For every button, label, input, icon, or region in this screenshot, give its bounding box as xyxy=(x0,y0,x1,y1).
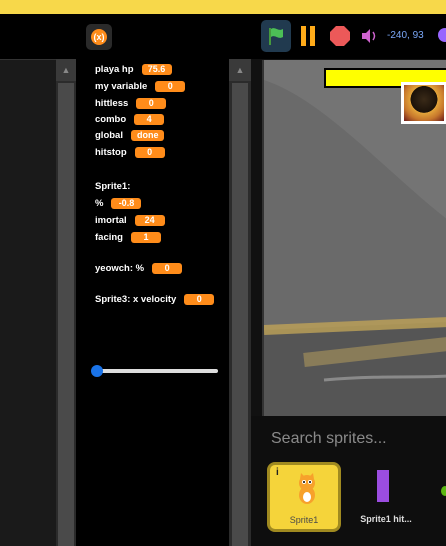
variable-value: 75.6 xyxy=(141,63,172,75)
sprite-tile-sprite1[interactable]: i Sprite1 xyxy=(267,462,341,532)
extension-button[interactable]: (x) xyxy=(86,24,112,50)
variable-monitor: combo 4 xyxy=(95,113,165,125)
scroll-thumb[interactable] xyxy=(58,83,74,546)
variable-value: 0 xyxy=(134,146,165,158)
variable-monitor: hitstop 0 xyxy=(95,146,165,158)
sprite-tile-cut xyxy=(441,486,446,496)
scroll-thumb[interactable] xyxy=(232,83,248,546)
variable-label: global xyxy=(95,129,123,141)
variable-label: my variable xyxy=(95,80,148,92)
variable-monitor: facing 1 xyxy=(95,231,161,243)
variable-value: -0.8 xyxy=(111,197,142,209)
x-velocity-slider[interactable] xyxy=(91,365,218,377)
pause-button[interactable] xyxy=(298,26,318,46)
variable-value: 0 xyxy=(184,293,215,305)
green-flag-icon xyxy=(269,28,283,45)
variable-label: yeowch: % xyxy=(95,262,145,274)
variable-label: imortal xyxy=(95,214,127,226)
blocks-panel xyxy=(0,59,56,546)
sprite-icon-cut xyxy=(438,28,446,42)
variable-value: 4 xyxy=(134,113,165,125)
extension-icon: (x) xyxy=(91,29,107,45)
pause-bar-right xyxy=(310,26,315,46)
top-accent-strip xyxy=(0,0,446,14)
variable-monitor: my variable 0 xyxy=(95,80,186,92)
variable-label: combo xyxy=(95,113,127,125)
sprite-name: Sprite1 hit... xyxy=(360,514,412,524)
sprite-name: Sprite1 xyxy=(289,515,319,525)
stage-canvas[interactable] xyxy=(262,60,446,416)
variable-label: Sprite1: xyxy=(95,180,131,192)
scroll-up-arrow-icon[interactable]: ▲ xyxy=(56,59,76,81)
variable-monitor: playa hp 75.6 xyxy=(95,63,172,75)
variable-monitor: global done xyxy=(95,129,165,141)
variable-monitor: imortal 24 xyxy=(95,214,165,226)
slider-knob[interactable] xyxy=(91,365,103,377)
variable-label: hitstop xyxy=(95,146,127,158)
variable-value: 0 xyxy=(152,262,183,274)
scratch-editor: (x) -240, 93 ▲ playa hp 75.6 my variable… xyxy=(0,0,446,546)
sound-icon[interactable] xyxy=(360,28,380,44)
variable-label: facing xyxy=(95,231,123,243)
sprite-thumbnail xyxy=(377,470,389,502)
variable-value: 24 xyxy=(134,214,165,226)
sprite-search-input[interactable]: Search sprites... xyxy=(271,430,387,448)
green-flag-button[interactable] xyxy=(261,20,291,52)
slider-track xyxy=(96,369,218,373)
cat-sprite-icon xyxy=(299,473,315,504)
avatar-image xyxy=(404,85,444,121)
sprite-tile-sprite1-hit[interactable]: Sprite1 hit... xyxy=(349,462,423,532)
info-icon[interactable]: i xyxy=(276,467,279,478)
stop-button[interactable] xyxy=(330,26,350,46)
player-avatar xyxy=(401,82,446,124)
variable-value: 0 xyxy=(136,97,167,109)
variable-monitor: yeowch: % 0 xyxy=(95,262,183,274)
variable-value: 1 xyxy=(130,231,161,243)
variable-value: 0 xyxy=(155,80,186,92)
scroll-up-arrow-icon[interactable]: ▲ xyxy=(229,59,251,81)
variable-label: Sprite3: x velocity xyxy=(95,293,177,305)
pause-bar-left xyxy=(301,26,306,46)
middle-scrollbar[interactable]: ▲ xyxy=(229,59,251,546)
variable-label: % xyxy=(95,197,104,209)
variable-monitor: hittless 0 xyxy=(95,97,167,109)
variable-monitor: % -0.8 xyxy=(95,197,142,209)
variable-label: playa hp xyxy=(95,63,134,75)
left-scrollbar[interactable]: ▲ xyxy=(56,59,76,546)
variable-value: done xyxy=(130,129,165,141)
variable-monitor: Sprite3: x velocity 0 xyxy=(95,293,215,305)
sprite-pane: Search sprites... i Sprite1 Sprite1 hit.… xyxy=(251,416,446,546)
variable-label: hittless xyxy=(95,97,129,109)
sprite-section-heading: Sprite1: xyxy=(95,180,130,192)
variable-monitors-panel: playa hp 75.6 my variable 0 hittless 0 c… xyxy=(76,59,229,546)
mouse-coordinates: -240, 93 xyxy=(387,30,424,41)
